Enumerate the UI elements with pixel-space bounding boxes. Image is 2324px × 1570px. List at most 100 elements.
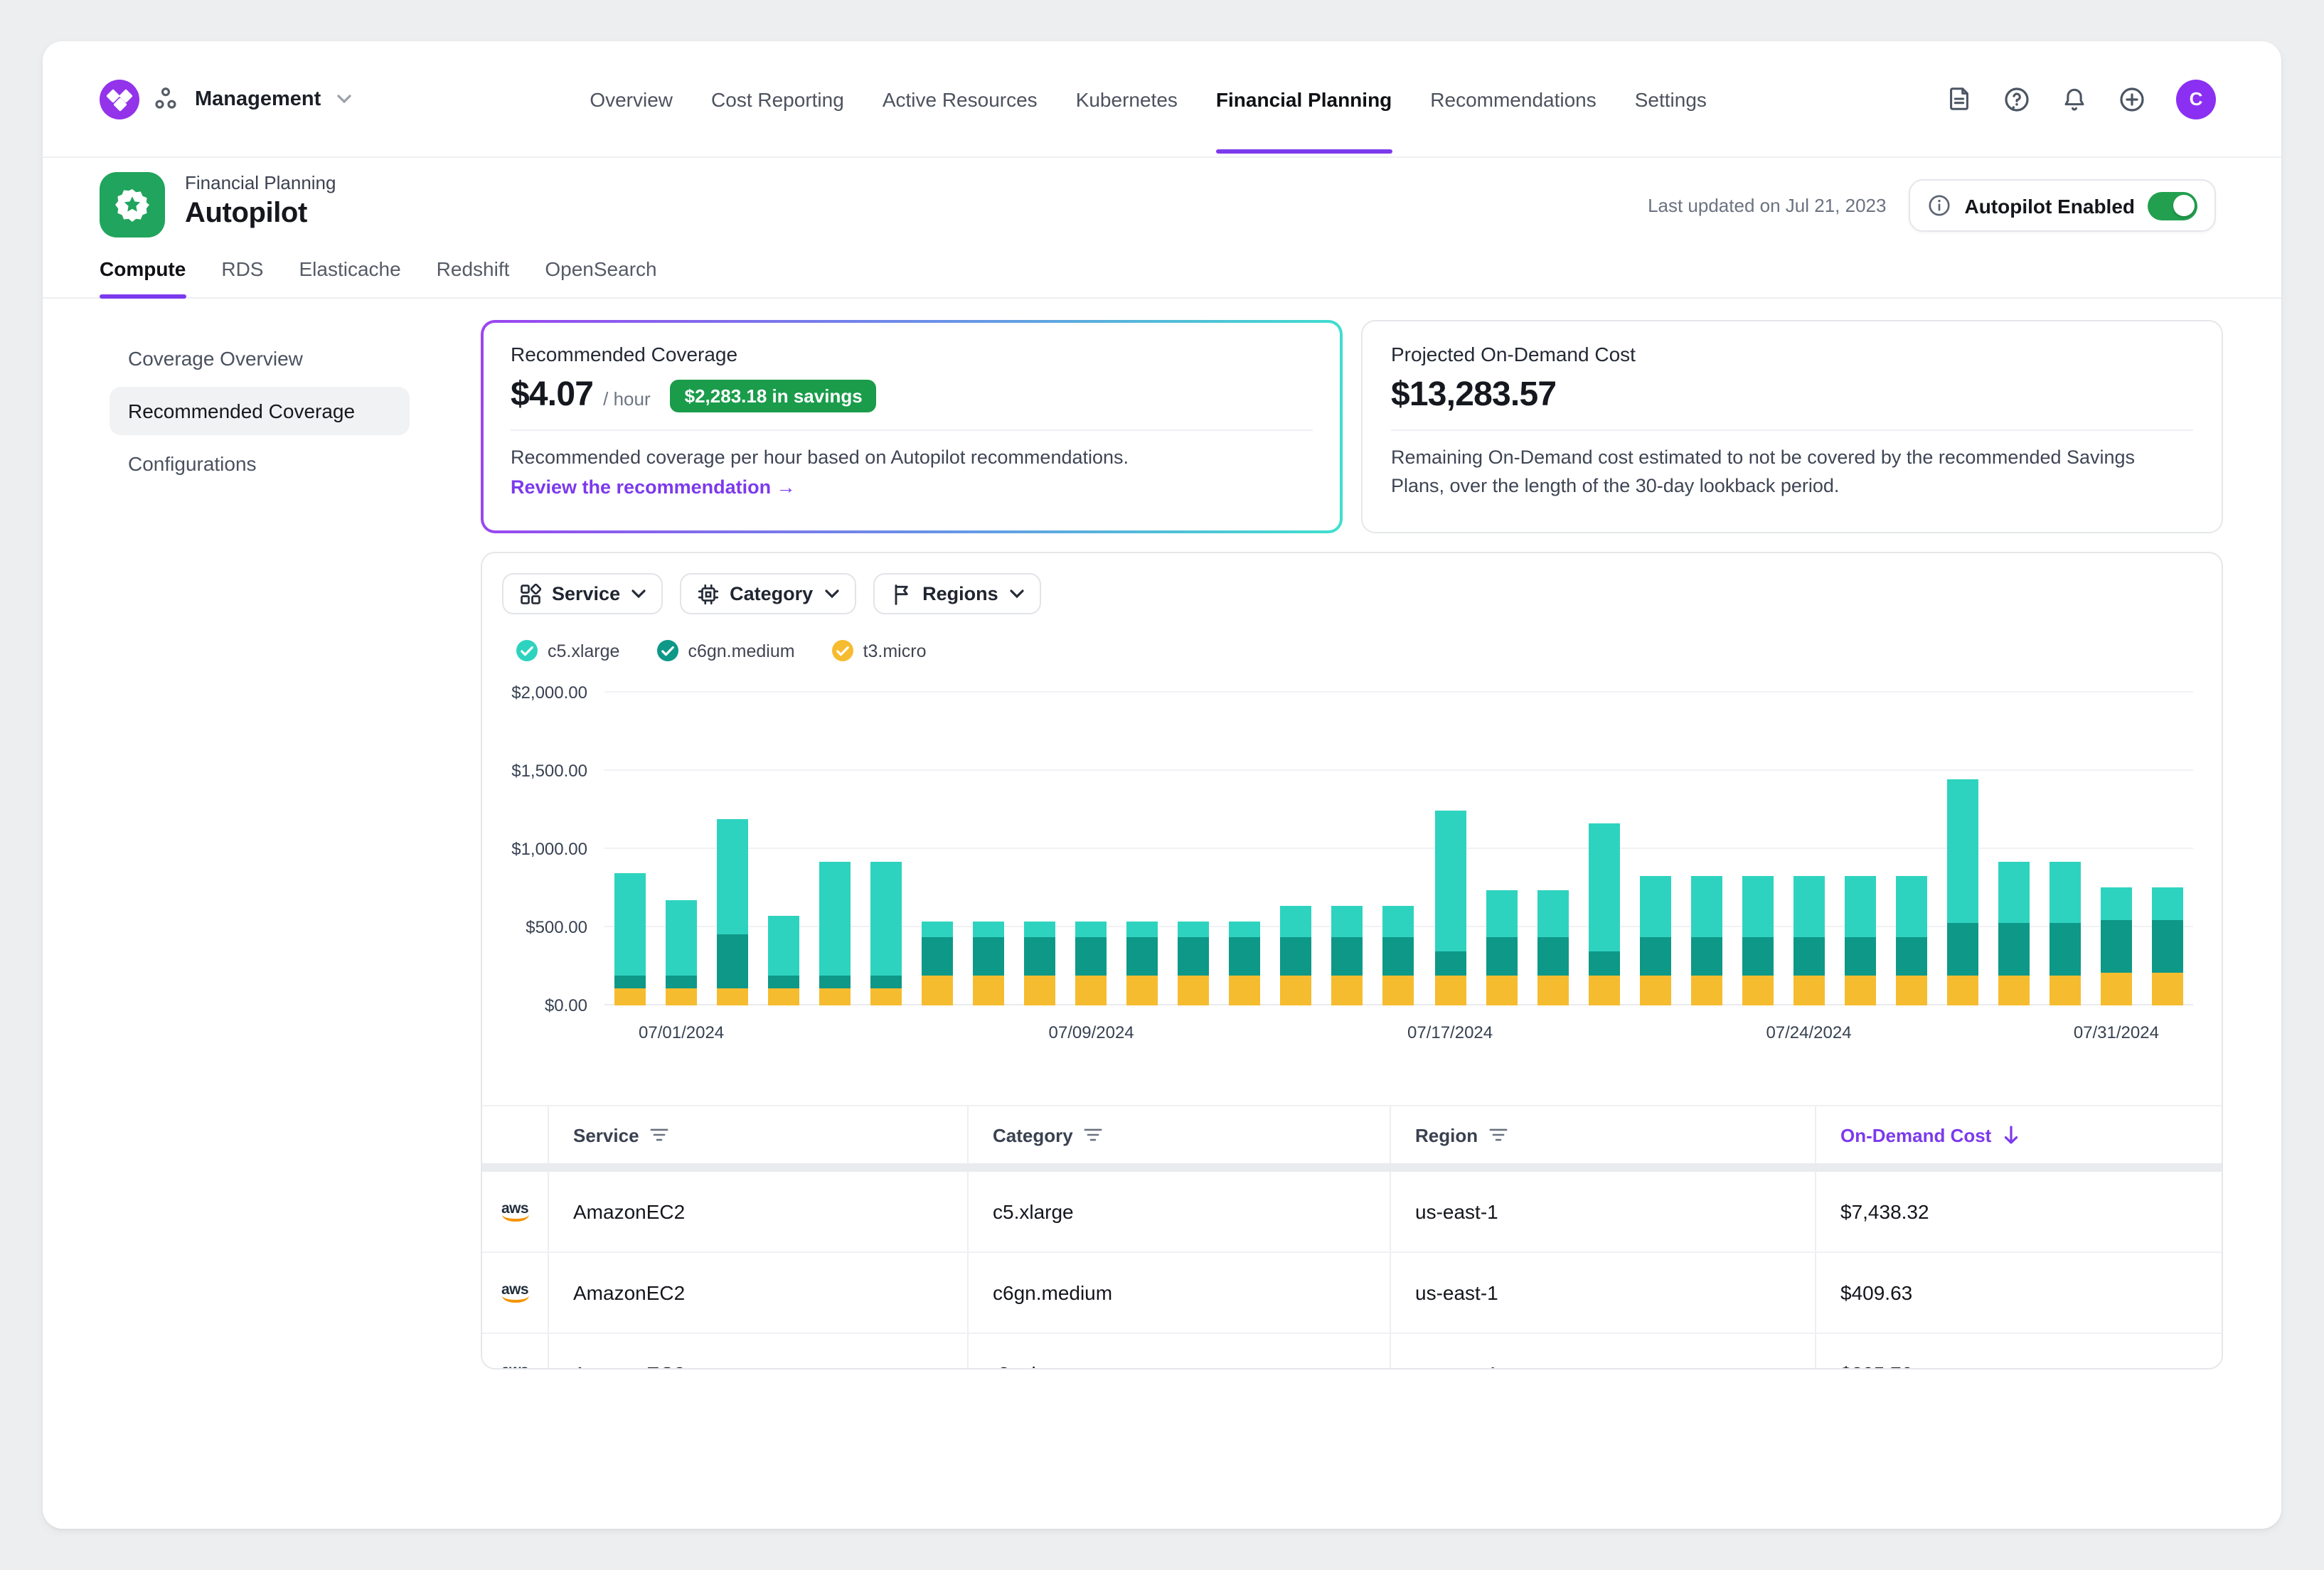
bar-segment-c6gn.medium <box>922 937 953 976</box>
bar-segment-c6gn.medium <box>1434 951 1466 976</box>
autopilot-enabled-pill[interactable]: Autopilot Enabled <box>1909 179 2216 232</box>
notifications-icon[interactable] <box>2061 85 2088 113</box>
sidebar-item[interactable]: Configurations <box>110 439 410 488</box>
bar-07/05/2024[interactable] <box>809 693 860 1005</box>
bar-07/26/2024[interactable] <box>1886 693 1937 1005</box>
tab[interactable]: Compute <box>100 257 186 297</box>
bar-07/14/2024[interactable] <box>1271 693 1322 1005</box>
user-avatar[interactable]: C <box>2176 79 2216 119</box>
bar-segment-c6gn.medium <box>2050 924 2081 976</box>
bar-07/30/2024[interactable] <box>2091 693 2142 1005</box>
bar-07/01/2024[interactable] <box>604 693 656 1005</box>
cell-service: AmazonEC2 <box>573 1362 685 1369</box>
nav-item[interactable]: Financial Planning <box>1216 44 1392 154</box>
nav-item[interactable]: Recommendations <box>1430 44 1596 154</box>
service-column-header[interactable]: Service <box>548 1106 967 1163</box>
sidebar-item[interactable]: Coverage Overview <box>110 334 410 383</box>
nav-item[interactable]: Overview <box>590 44 673 154</box>
nav-item[interactable]: Active Resources <box>883 44 1038 154</box>
card-description: Recommended coverage per hour based on A… <box>511 444 1313 472</box>
bar-07/03/2024[interactable] <box>707 693 758 1005</box>
page-title: Autopilot <box>185 198 336 230</box>
bar-07/21/2024[interactable] <box>1629 693 1680 1005</box>
chevron-down-icon <box>824 589 838 599</box>
bar-segment-t3.micro <box>819 988 851 1005</box>
column-label: Category <box>993 1124 1073 1146</box>
bar-07/27/2024[interactable] <box>1937 693 1988 1005</box>
bar-segment-c5.xlarge <box>1281 905 1312 937</box>
category-filter-button[interactable]: Category <box>680 573 855 614</box>
tab[interactable]: Redshift <box>437 257 510 297</box>
bar-07/18/2024[interactable] <box>1476 693 1527 1005</box>
bar-07/13/2024[interactable] <box>1220 693 1271 1005</box>
bar-07/06/2024[interactable] <box>860 693 912 1005</box>
workspace-switcher[interactable]: Management <box>100 79 351 119</box>
autopilot-toggle[interactable] <box>2148 191 2197 220</box>
bar-07/16/2024[interactable] <box>1373 693 1424 1005</box>
column-label: Region <box>1415 1124 1478 1146</box>
nav-item[interactable]: Cost Reporting <box>711 44 844 154</box>
table-row[interactable]: aws AmazonEC2 c5.xlarge us-east-1 $7,438… <box>482 1172 2222 1253</box>
bar-07/04/2024[interactable] <box>758 693 809 1005</box>
recommended-coverage-card: Recommended Coverage $4.07 / hour $2,283… <box>481 320 1343 533</box>
cell-category: c6gn.medium <box>993 1281 1112 1304</box>
legend-label: t3.micro <box>863 641 927 661</box>
legend-item[interactable]: t3.micro <box>832 640 927 661</box>
legend-item[interactable]: c6gn.medium <box>656 640 794 661</box>
report-icon[interactable] <box>1946 85 1973 112</box>
bar-07/11/2024[interactable] <box>1117 693 1168 1005</box>
category-column-header[interactable]: Category <box>967 1106 1390 1163</box>
bar-segment-c5.xlarge <box>973 922 1004 937</box>
bar-07/12/2024[interactable] <box>1168 693 1220 1005</box>
check-circle-icon <box>656 640 678 661</box>
tab[interactable]: Elasticache <box>299 257 400 297</box>
sort-desc-icon <box>2003 1125 2020 1145</box>
bar-07/15/2024[interactable] <box>1322 693 1373 1005</box>
bar-07/09/2024[interactable] <box>1015 693 1066 1005</box>
chart-filters: Service <box>482 553 2222 614</box>
bar-segment-t3.micro <box>922 976 953 1005</box>
bar-07/02/2024[interactable] <box>656 693 707 1005</box>
bar-07/20/2024[interactable] <box>1578 693 1629 1005</box>
bar-07/28/2024[interactable] <box>1988 693 2040 1005</box>
bar-segment-c6gn.medium <box>870 975 902 988</box>
bar-segment-t3.micro <box>614 988 646 1005</box>
bar-07/24/2024[interactable] <box>1783 693 1834 1005</box>
page-header: Financial Planning Autopilot Last update… <box>43 158 2281 237</box>
bar-07/31/2024[interactable] <box>2142 693 2193 1005</box>
bar-07/22/2024[interactable] <box>1680 693 1732 1005</box>
review-recommendation-link[interactable]: Review the recommendation → <box>511 476 796 498</box>
nav-item[interactable]: Settings <box>1635 44 1707 154</box>
bar-07/07/2024[interactable] <box>912 693 963 1005</box>
tab[interactable]: RDS <box>221 257 263 297</box>
filter-label: Service <box>552 583 620 604</box>
region-column-header[interactable]: Region <box>1390 1106 1815 1163</box>
table-row[interactable]: aws AmazonEC2 c6gn.medium us-east-1 $409… <box>482 1253 2222 1334</box>
bar-segment-c6gn.medium <box>1383 937 1414 976</box>
bar-07/10/2024[interactable] <box>1066 693 1117 1005</box>
add-icon[interactable] <box>2118 85 2146 113</box>
nav-item[interactable]: Kubernetes <box>1076 44 1178 154</box>
help-icon[interactable] <box>2003 85 2031 113</box>
bar-07/25/2024[interactable] <box>1835 693 1886 1005</box>
bar-07/29/2024[interactable] <box>2040 693 2091 1005</box>
bar-segment-c5.xlarge <box>1639 875 1670 937</box>
bar-07/19/2024[interactable] <box>1527 693 1578 1005</box>
bar-segment-c6gn.medium <box>1076 937 1107 976</box>
table-row[interactable]: aws AmazonEC2 t3.micro us-east-1 $305.76 <box>482 1334 2222 1369</box>
cost-column-header[interactable]: On-Demand Cost <box>1815 1106 2222 1163</box>
regions-filter-button[interactable]: Regions <box>873 573 1041 614</box>
sidebar-item[interactable]: Recommended Coverage <box>110 387 410 435</box>
bar-segment-c5.xlarge <box>1025 922 1056 937</box>
bar-07/17/2024[interactable] <box>1424 693 1476 1005</box>
bar-segment-c5.xlarge <box>1588 823 1619 951</box>
bar-07/08/2024[interactable] <box>963 693 1014 1005</box>
bar-segment-t3.micro <box>768 988 799 1005</box>
legend-item[interactable]: c5.xlarge <box>516 640 619 661</box>
bar-07/23/2024[interactable] <box>1732 693 1783 1005</box>
card-title: Recommended Coverage <box>511 343 1313 365</box>
vantage-logo-icon <box>100 79 139 119</box>
bar-segment-c6gn.medium <box>2101 920 2132 973</box>
tab[interactable]: OpenSearch <box>545 257 656 297</box>
service-filter-button[interactable]: Service <box>502 573 663 614</box>
